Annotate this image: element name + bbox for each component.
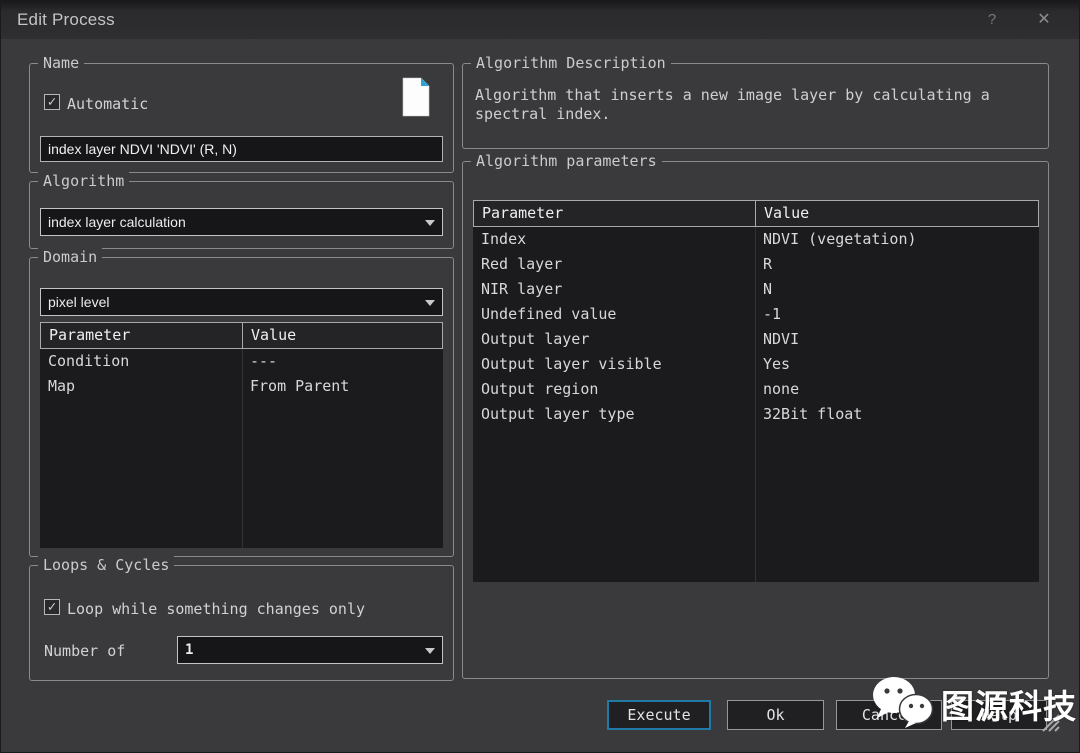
table-row[interactable]: Output region none xyxy=(473,377,1039,402)
parameters-group-label: Algorithm parameters xyxy=(471,152,662,170)
param-cell: Map xyxy=(40,374,242,399)
value-cell: R xyxy=(755,252,1039,277)
param-cell: Output layer xyxy=(473,327,755,352)
edit-process-dialog: Edit Process ? ✕ Name ✓ Automatic Algori… xyxy=(0,0,1080,753)
chevron-down-icon xyxy=(425,220,435,226)
chevron-down-icon xyxy=(425,300,435,306)
algorithm-select[interactable]: index layer calculation xyxy=(40,208,443,236)
table-row[interactable]: Index NDVI (vegetation) xyxy=(473,227,1039,252)
domain-group: Domain pixel level Parameter Value Condi… xyxy=(29,257,454,557)
algorithm-description-text: Algorithm that inserts a new image layer… xyxy=(475,86,1027,124)
ok-button[interactable]: Ok xyxy=(727,700,824,730)
value-cell: none xyxy=(755,377,1039,402)
value-cell: NDVI (vegetation) xyxy=(755,227,1039,252)
process-name-input[interactable] xyxy=(40,136,443,162)
cancel-button[interactable]: Cancel xyxy=(836,700,942,730)
value-cell: -1 xyxy=(755,302,1039,327)
table-row[interactable]: Output layer visible Yes xyxy=(473,352,1039,377)
new-document-icon[interactable] xyxy=(400,77,432,117)
algorithm-group-label: Algorithm xyxy=(38,172,129,190)
table-row[interactable]: Output layer type 32Bit float xyxy=(473,402,1039,427)
column-divider xyxy=(755,227,756,582)
table-header-row: Parameter Value xyxy=(40,322,443,349)
domain-selected-value: pixel level xyxy=(48,294,109,310)
help-button[interactable]: Help xyxy=(951,700,1047,730)
algorithm-parameter-table: Parameter Value Index NDVI (vegetation) … xyxy=(473,200,1039,582)
description-group-label: Algorithm Description xyxy=(471,54,671,72)
param-cell: Index xyxy=(473,227,755,252)
table-row[interactable]: Undefined value -1 xyxy=(473,302,1039,327)
domain-parameter-table: Parameter Value Condition --- Map From P… xyxy=(40,322,443,548)
algorithm-description-group: Algorithm Description Algorithm that ins… xyxy=(462,63,1049,149)
param-cell: Undefined value xyxy=(473,302,755,327)
column-header[interactable]: Parameter xyxy=(474,201,756,226)
number-of-value: 1 xyxy=(185,642,193,658)
param-cell: NIR layer xyxy=(473,277,755,302)
param-cell: Output region xyxy=(473,377,755,402)
param-cell: Condition xyxy=(40,349,242,374)
chevron-down-icon xyxy=(425,648,435,654)
number-of-label: Number of xyxy=(44,642,125,660)
column-header[interactable]: Value xyxy=(243,323,442,348)
value-cell: Yes xyxy=(755,352,1039,377)
number-of-select[interactable]: 1 xyxy=(177,636,443,664)
loop-while-checkbox[interactable]: ✓ xyxy=(44,599,60,615)
table-row[interactable]: NIR layer N xyxy=(473,277,1039,302)
checkmark-icon: ✓ xyxy=(48,94,56,110)
domain-select[interactable]: pixel level xyxy=(40,288,443,316)
resize-grip-icon[interactable] xyxy=(1035,707,1061,737)
value-cell: 32Bit float xyxy=(755,402,1039,427)
algorithm-group: Algorithm index layer calculation xyxy=(29,181,454,249)
value-cell: N xyxy=(755,277,1039,302)
param-cell: Output layer visible xyxy=(473,352,755,377)
execute-button[interactable]: Execute xyxy=(607,700,711,730)
table-row[interactable]: Output layer NDVI xyxy=(473,327,1039,352)
loops-group-label: Loops & Cycles xyxy=(38,556,174,574)
automatic-checkbox-label: Automatic xyxy=(67,95,148,113)
loops-cycles-group: Loops & Cycles ✓ Loop while something ch… xyxy=(29,565,454,681)
column-header[interactable]: Parameter xyxy=(41,323,243,348)
help-icon[interactable]: ? xyxy=(979,9,1005,31)
column-divider xyxy=(242,349,243,548)
value-cell: From Parent xyxy=(242,374,443,399)
table-header-row: Parameter Value xyxy=(473,200,1039,227)
name-group-label: Name xyxy=(38,54,84,72)
algorithm-parameters-group: Algorithm parameters Parameter Value Ind… xyxy=(462,161,1049,679)
dialog-title: Edit Process xyxy=(17,10,115,30)
column-header[interactable]: Value xyxy=(756,201,1038,226)
domain-group-label: Domain xyxy=(38,248,102,266)
automatic-checkbox[interactable]: ✓ xyxy=(44,94,60,110)
value-cell: --- xyxy=(242,349,443,374)
name-group: Name ✓ Automatic xyxy=(29,63,454,173)
param-cell: Output layer type xyxy=(473,402,755,427)
param-cell: Red layer xyxy=(473,252,755,277)
titlebar[interactable]: Edit Process ? ✕ xyxy=(1,1,1080,39)
value-cell: NDVI xyxy=(755,327,1039,352)
table-row[interactable]: Red layer R xyxy=(473,252,1039,277)
close-icon[interactable]: ✕ xyxy=(1031,9,1057,31)
checkmark-icon: ✓ xyxy=(48,599,56,615)
algorithm-selected-value: index layer calculation xyxy=(48,214,186,230)
loop-while-checkbox-label: Loop while something changes only xyxy=(67,600,365,618)
